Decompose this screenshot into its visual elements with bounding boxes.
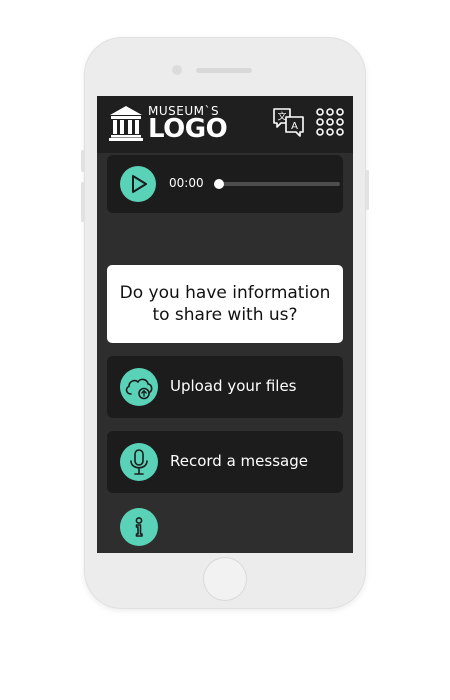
play-icon (132, 175, 147, 193)
app-screen: MUSEUM`S LOGO 文 A 00:00 Do you have info… (97, 96, 353, 553)
cloud-upload-icon (125, 378, 153, 400)
front-camera (172, 65, 182, 75)
info-icon (135, 517, 143, 537)
home-button[interactable] (203, 557, 247, 601)
upload-files-label: Upload your files (170, 377, 297, 395)
translate-icon[interactable]: 文 A (272, 107, 306, 137)
svg-text:A: A (291, 121, 298, 132)
prompt-question: Do you have information to share with us… (119, 283, 331, 325)
upload-files-button[interactable]: Upload your files (107, 356, 343, 418)
record-icon-badge (120, 443, 158, 481)
volume-down-button (81, 182, 84, 222)
app-header: MUSEUM`S LOGO 文 A (97, 96, 353, 153)
progress-slider[interactable] (214, 179, 340, 189)
volume-up-button (81, 150, 84, 172)
svg-text:文: 文 (277, 111, 286, 123)
progress-handle[interactable] (214, 179, 224, 189)
upload-icon-badge (120, 368, 158, 406)
audio-player: 00:00 (107, 155, 343, 213)
record-message-button[interactable]: Record a message (107, 431, 343, 493)
play-button[interactable] (120, 166, 156, 202)
apps-grid-icon[interactable] (316, 108, 344, 136)
museum-building-icon (109, 106, 143, 141)
info-button[interactable] (120, 508, 158, 546)
earpiece-speaker (196, 68, 252, 73)
info-prompt-card: Do you have information to share with us… (107, 265, 343, 343)
playback-time: 00:00 (169, 176, 204, 190)
logo-title: LOGO (148, 114, 228, 144)
record-message-label: Record a message (170, 452, 308, 470)
power-button (366, 170, 369, 210)
microphone-icon (130, 449, 148, 475)
